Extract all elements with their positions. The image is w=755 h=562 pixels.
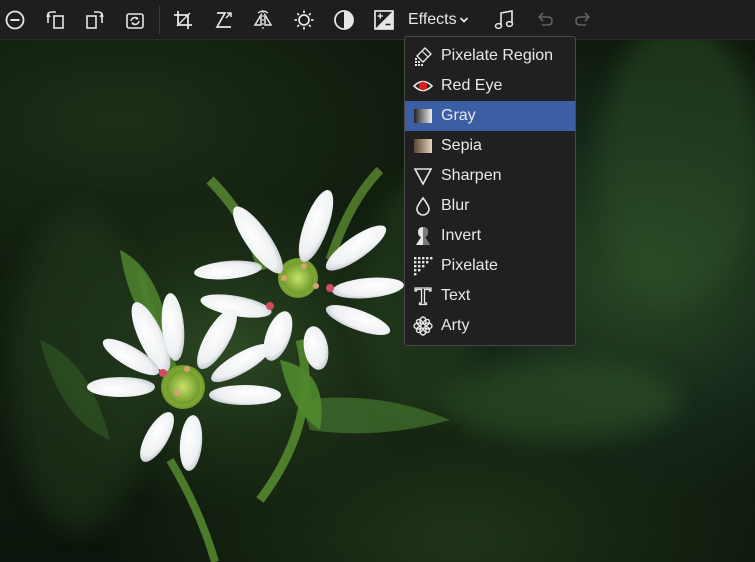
menu-item-label: Gray bbox=[441, 107, 476, 124]
menu-item-blur[interactable]: Blur bbox=[405, 191, 575, 221]
menu-item-sepia[interactable]: Sepia bbox=[405, 131, 575, 161]
refresh-icon bbox=[126, 13, 144, 29]
rotate-right-icon bbox=[86, 11, 104, 29]
sepia-gradient-icon bbox=[414, 139, 432, 153]
blur-drop-icon bbox=[416, 196, 430, 216]
pixelate-region-icon bbox=[415, 47, 432, 66]
menu-item-label: Blur bbox=[441, 197, 470, 214]
crop-icon bbox=[174, 11, 192, 29]
resize-button[interactable] bbox=[210, 6, 238, 34]
arty-flower-icon bbox=[413, 316, 433, 336]
effects-dropdown-button[interactable]: Effects bbox=[408, 6, 469, 34]
rotate-left-icon bbox=[46, 11, 64, 29]
zoom-out-button[interactable] bbox=[1, 6, 29, 34]
red-eye-icon bbox=[413, 80, 433, 92]
audio-button[interactable] bbox=[490, 6, 518, 34]
menu-item-invert[interactable]: Invert bbox=[405, 221, 575, 251]
menu-item-label: Invert bbox=[441, 227, 482, 244]
resize-icon bbox=[215, 12, 232, 28]
gray-gradient-icon bbox=[414, 109, 432, 123]
effects-label: Effects bbox=[408, 11, 457, 28]
menu-item-gray[interactable]: Gray bbox=[405, 101, 575, 131]
contrast-button[interactable] bbox=[330, 6, 358, 34]
music-note-icon bbox=[494, 10, 514, 30]
exposure-icon bbox=[374, 10, 394, 30]
menu-item-label: Sharpen bbox=[441, 167, 502, 184]
brightness-button[interactable] bbox=[290, 6, 318, 34]
effects-menu: Pixelate Region Red Eye Gray Sepia Sharp… bbox=[404, 36, 576, 346]
text-icon bbox=[414, 287, 432, 306]
flower-photo bbox=[10, 40, 755, 562]
menu-item-label: Arty bbox=[441, 317, 470, 334]
redo-button[interactable] bbox=[570, 6, 598, 34]
toolbar-divider bbox=[159, 6, 160, 34]
photo-canvas[interactable] bbox=[0, 40, 755, 562]
brightness-icon bbox=[294, 10, 314, 30]
rotate-right-button[interactable] bbox=[80, 6, 108, 34]
zoom-out-icon bbox=[5, 10, 25, 30]
undo-button[interactable] bbox=[530, 6, 558, 34]
menu-item-text[interactable]: Text bbox=[405, 281, 575, 311]
menu-item-pixelate[interactable]: Pixelate bbox=[405, 251, 575, 281]
undo-icon bbox=[537, 12, 553, 26]
menu-item-red-eye[interactable]: Red Eye bbox=[405, 71, 575, 101]
rotate-left-button[interactable] bbox=[42, 6, 70, 34]
flip-button[interactable] bbox=[249, 6, 277, 34]
redo-icon bbox=[575, 12, 591, 26]
menu-item-label: Pixelate Region bbox=[441, 47, 554, 64]
menu-item-label: Text bbox=[441, 287, 471, 304]
menu-item-arty[interactable]: Arty bbox=[405, 311, 575, 341]
crop-button[interactable] bbox=[169, 6, 197, 34]
photo-editor: Effects Pixelate Region Red Eye Gray Sep… bbox=[0, 0, 755, 562]
flip-icon bbox=[253, 10, 273, 29]
contrast-icon bbox=[334, 10, 354, 30]
invert-silhouette-icon bbox=[416, 227, 430, 245]
pixelate-icon bbox=[414, 257, 433, 276]
menu-item-label: Red Eye bbox=[441, 77, 503, 94]
toolbar: Effects bbox=[0, 0, 755, 40]
menu-item-label: Sepia bbox=[441, 137, 482, 154]
menu-item-pixelate-region[interactable]: Pixelate Region bbox=[405, 41, 575, 71]
menu-item-label: Pixelate bbox=[441, 257, 498, 274]
refresh-button[interactable] bbox=[121, 6, 149, 34]
sharpen-triangle-icon bbox=[413, 168, 433, 186]
chevron-down-icon bbox=[459, 17, 468, 23]
exposure-button[interactable] bbox=[370, 6, 398, 34]
menu-item-sharpen[interactable]: Sharpen bbox=[405, 161, 575, 191]
